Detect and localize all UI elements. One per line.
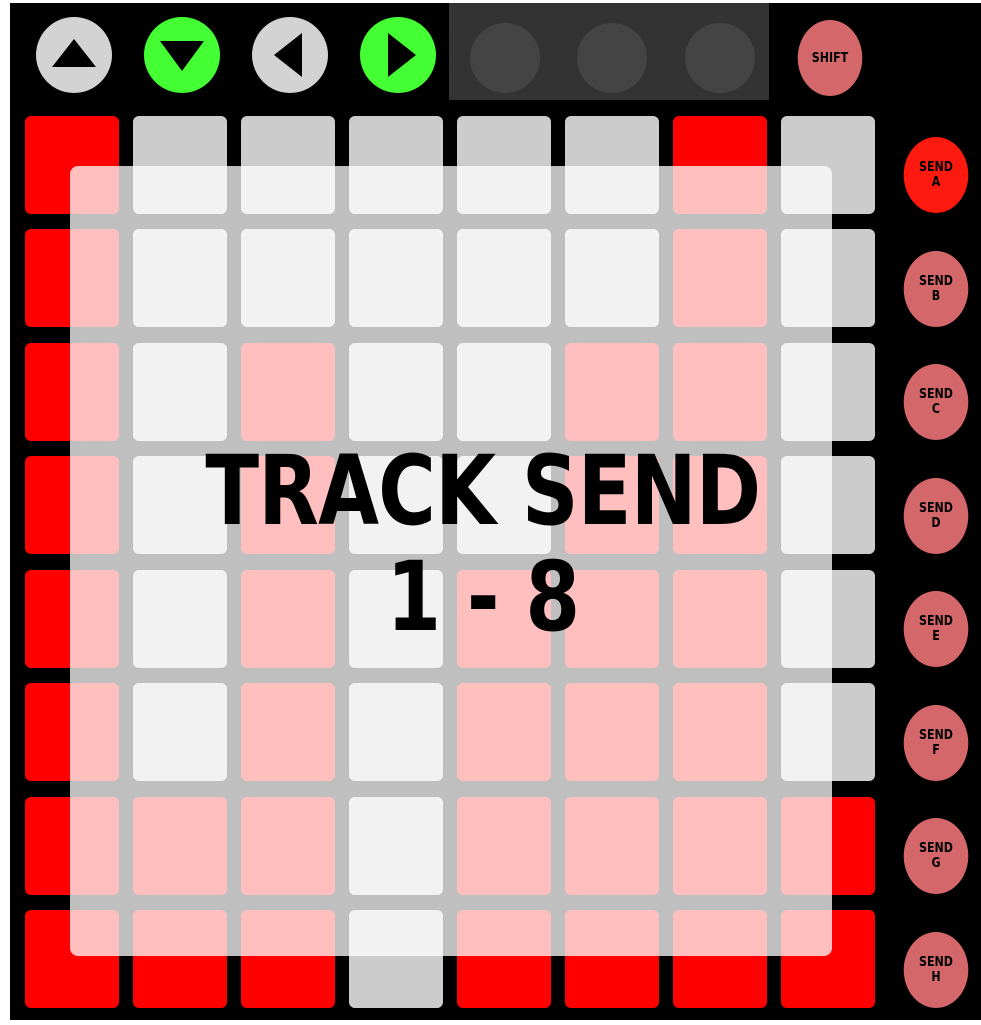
send-button-letter: C: [931, 402, 941, 417]
inactive-button: [470, 23, 540, 93]
send-button-letter: H: [931, 969, 941, 985]
shift-button[interactable]: SHIFT: [797, 20, 863, 96]
send-button[interactable]: SEND E: [903, 591, 969, 667]
send-button-letter: B: [931, 288, 941, 304]
send-button-letter: F: [932, 742, 940, 758]
arrow-down-icon: [160, 41, 204, 71]
send-button[interactable]: SEND F: [903, 704, 969, 781]
send-button[interactable]: SEND A: [903, 137, 969, 213]
mode-title: TRACK SEND: [205, 435, 761, 547]
scroll-down-button[interactable]: [144, 17, 220, 93]
send-button-letter: D: [931, 515, 941, 531]
send-button-letter: A: [931, 175, 941, 190]
send-button-label: SEND: [919, 500, 953, 516]
send-button-label: SEND: [919, 614, 953, 629]
arrow-right-icon: [388, 33, 416, 77]
send-button[interactable]: SEND B: [903, 250, 969, 327]
send-button-letter: E: [932, 629, 940, 644]
scroll-up-button[interactable]: [36, 17, 112, 93]
scroll-left-button[interactable]: [252, 17, 328, 93]
send-button-label: SEND: [919, 273, 953, 289]
send-button-letter: G: [931, 856, 941, 871]
send-button[interactable]: SEND C: [903, 364, 969, 440]
arrow-up-icon: [52, 39, 96, 67]
shift-button-label: SHIFT: [811, 50, 849, 66]
inactive-button-panel: [449, 3, 769, 100]
send-button[interactable]: SEND H: [903, 931, 969, 1008]
inactive-button: [685, 23, 755, 93]
send-button-label: SEND: [919, 387, 953, 402]
scroll-right-button[interactable]: [360, 17, 436, 93]
send-button-label: SEND: [919, 841, 953, 856]
send-button[interactable]: SEND G: [903, 818, 969, 894]
send-button[interactable]: SEND D: [903, 477, 969, 554]
mode-overlay-text: TRACK SEND 1 - 8: [81, 438, 885, 650]
inactive-button: [577, 23, 647, 93]
arrow-left-icon: [274, 33, 302, 77]
send-button-label: SEND: [919, 727, 953, 743]
send-button-label: SEND: [919, 954, 953, 970]
mode-range: 1 - 8: [386, 541, 580, 653]
send-button-label: SEND: [919, 160, 953, 175]
